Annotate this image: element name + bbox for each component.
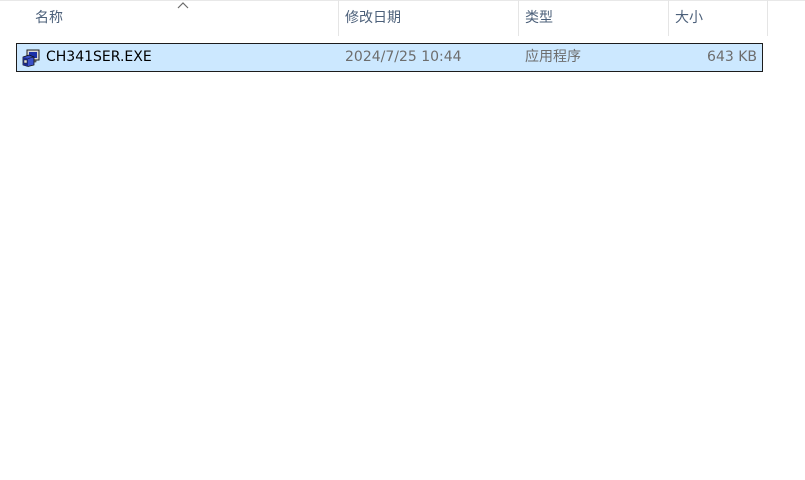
file-date-modified: 2024/7/25 10:44 bbox=[345, 49, 462, 65]
setup-exe-icon bbox=[22, 49, 40, 67]
column-header-type[interactable]: 类型 bbox=[518, 0, 668, 36]
file-name: CH341SER.EXE bbox=[46, 49, 152, 65]
file-type: 应用程序 bbox=[525, 49, 581, 65]
column-header-size[interactable]: 大小 bbox=[668, 0, 768, 36]
column-header-bar: 名称 修改日期 类型 大小 bbox=[0, 0, 805, 36]
file-size: 643 KB bbox=[707, 49, 757, 65]
file-row[interactable]: CH341SER.EXE 2024/7/25 10:44 应用程序 643 KB bbox=[16, 43, 763, 72]
column-header-date-modified[interactable]: 修改日期 bbox=[338, 0, 518, 36]
column-divider[interactable] bbox=[767, 0, 768, 36]
chevron-up-icon bbox=[177, 2, 189, 9]
